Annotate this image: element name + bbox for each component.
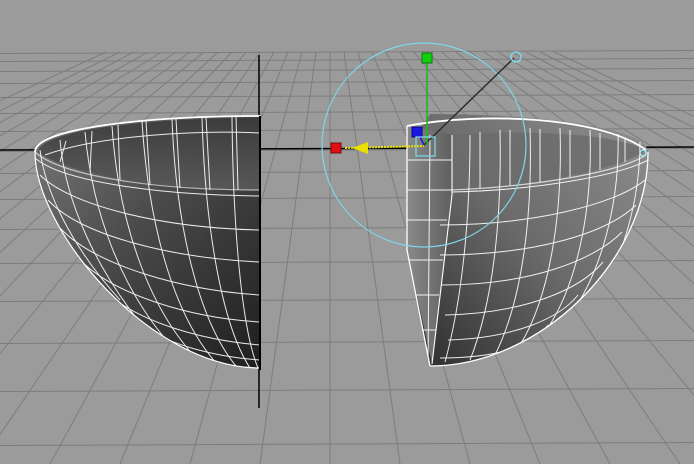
x-axis-handle[interactable]: [330, 142, 342, 154]
viewport-canvas[interactable]: [0, 0, 694, 464]
z-axis-handle[interactable]: [411, 126, 423, 138]
y-axis-handle[interactable]: [421, 52, 433, 64]
3d-viewport[interactable]: perspective: [0, 0, 694, 464]
